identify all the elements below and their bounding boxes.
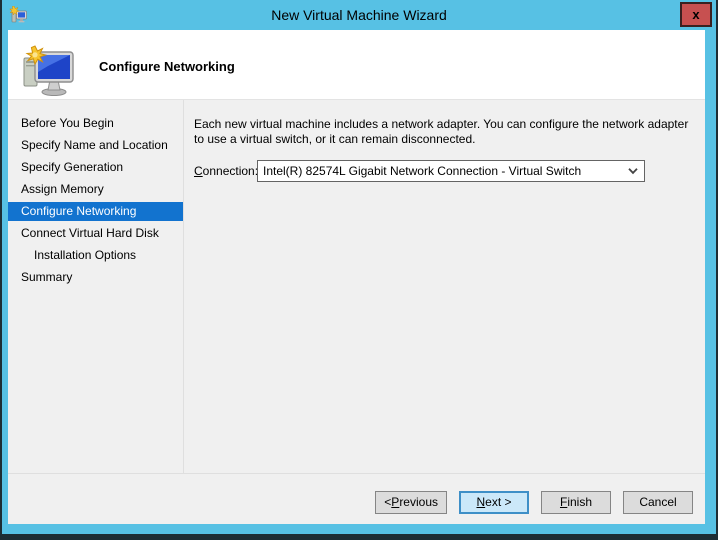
sidebar-item-installation-options[interactable]: Installation Options [8, 246, 183, 265]
wizard-window: New Virtual Machine Wizard x Configure N… [0, 0, 718, 540]
page-title: Configure Networking [99, 59, 235, 74]
wizard-steps-sidebar: Before You Begin Specify Name and Locati… [8, 100, 184, 473]
client-area: Configure Networking Before You Begin Sp… [8, 30, 705, 524]
sidebar-item-label: Summary [21, 270, 73, 284]
finish-button[interactable]: Finish [541, 490, 611, 514]
titlebar: New Virtual Machine Wizard x [2, 0, 716, 30]
sidebar-item-specify-generation[interactable]: Specify Generation [8, 158, 183, 177]
sidebar-item-label: Specify Name and Location [21, 138, 168, 152]
connection-label: Connection: [194, 164, 259, 178]
sidebar-item-assign-memory[interactable]: Assign Memory [8, 180, 183, 199]
page-content: Each new virtual machine includes a netw… [184, 100, 705, 473]
new-vm-computer-icon [23, 44, 74, 96]
wizard-footer: < Previous Next > Finish Cancel [8, 473, 705, 524]
close-icon: x [692, 7, 700, 22]
connection-dropdown-value: Intel(R) 82574L Gigabit Network Connecti… [263, 164, 582, 178]
sidebar-item-label: Installation Options [34, 248, 137, 262]
sidebar-item-summary[interactable]: Summary [8, 268, 183, 287]
chevron-down-icon [628, 168, 638, 175]
connection-row: Connection: Intel(R) 82574L Gigabit Netw… [194, 160, 693, 182]
sidebar-item-specify-name-and-location[interactable]: Specify Name and Location [8, 136, 183, 155]
sidebar-item-label: Configure Networking [21, 204, 137, 218]
sidebar-item-label: Specify Generation [21, 160, 124, 174]
previous-button[interactable]: < Previous [375, 490, 447, 514]
next-button[interactable]: Next > [459, 490, 529, 514]
sidebar-item-before-you-begin[interactable]: Before You Begin [8, 114, 183, 133]
sidebar-item-label: Connect Virtual Hard Disk [21, 226, 159, 240]
sidebar-item-label: Assign Memory [21, 182, 104, 196]
sidebar-item-configure-networking[interactable]: Configure Networking [8, 202, 183, 221]
connection-dropdown[interactable]: Intel(R) 82574L Gigabit Network Connecti… [257, 160, 645, 182]
wizard-header: Configure Networking [8, 30, 705, 100]
window-title: New Virtual Machine Wizard [271, 7, 447, 23]
wizard-body: Before You Begin Specify Name and Locati… [8, 100, 705, 473]
sidebar-item-connect-virtual-hard-disk[interactable]: Connect Virtual Hard Disk [8, 224, 183, 243]
close-button[interactable]: x [680, 2, 712, 27]
page-description: Each new virtual machine includes a netw… [194, 117, 689, 146]
sidebar-item-label: Before You Begin [21, 116, 114, 130]
cancel-button[interactable]: Cancel [623, 490, 693, 514]
